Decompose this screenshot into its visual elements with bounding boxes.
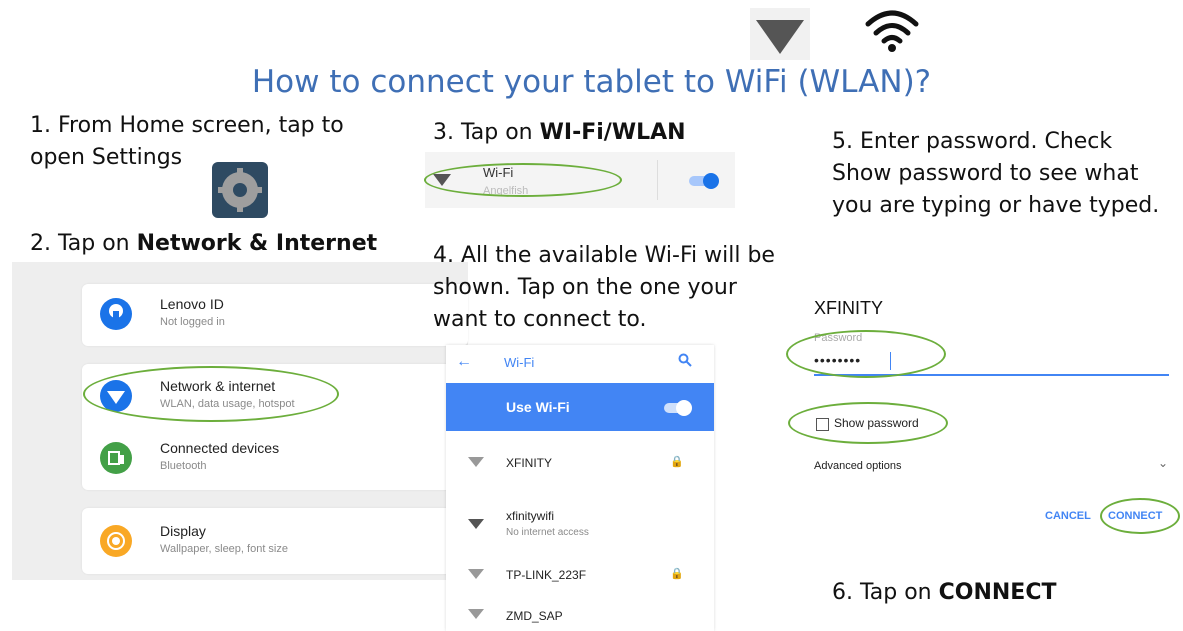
page-title: How to connect your tablet to WiFi (WLAN…	[251, 64, 932, 100]
cancel-button[interactable]: CANCEL	[1045, 510, 1091, 522]
settings-card-account: Lenovo ID Not logged in	[82, 284, 468, 346]
brightness-icon	[100, 525, 132, 557]
advanced-options[interactable]: Advanced options	[814, 460, 901, 472]
wifi-toggle-switch[interactable]	[689, 173, 719, 189]
settings-item-network[interactable]: Network & internet WLAN, data usage, hot…	[82, 368, 468, 424]
connect-button[interactable]: CONNECT	[1108, 510, 1162, 522]
back-arrow-icon[interactable]: ←	[456, 353, 472, 371]
wifi-network-row[interactable]: XFINITY 🔒	[446, 437, 714, 489]
wifi-toggle-sub: Angelfish	[483, 185, 529, 197]
wifi-list-title: Wi-Fi	[504, 355, 535, 370]
wifi-signal-triangle-icon	[750, 8, 810, 60]
devices-icon	[100, 442, 132, 474]
wifi-signal-icon	[468, 519, 484, 529]
wifi-signal-icon	[468, 569, 484, 579]
password-label: Password	[814, 332, 863, 344]
settings-panel: Lenovo ID Not logged in Network & intern…	[12, 262, 468, 580]
password-input[interactable]: ••••••••	[814, 352, 861, 368]
lock-icon: 🔒	[670, 456, 684, 468]
wifi-network-row[interactable]: ZMD_SAP	[446, 597, 714, 631]
use-wifi-row[interactable]: Use Wi-Fi	[446, 383, 714, 431]
show-password-checkbox[interactable]	[816, 418, 829, 431]
step-6-text: 6. Tap on CONNECT	[832, 580, 1057, 605]
password-dialog: XFINITY Password •••••••• Show password …	[808, 292, 1178, 532]
dialog-network-name: XFINITY	[814, 298, 884, 318]
use-wifi-switch[interactable]	[664, 400, 692, 416]
wifi-small-icon	[433, 174, 451, 186]
password-cursor	[890, 352, 891, 370]
step-1-text: 1. From Home screen, tap to open Setting…	[30, 113, 344, 170]
wifi-toggle-label: Wi-Fi	[483, 165, 514, 180]
account-icon	[100, 298, 132, 330]
step-4-text: 4. All the available Wi-Fi will be shown…	[433, 243, 775, 332]
settings-item-connected-devices[interactable]: Connected devices Bluetooth	[82, 430, 468, 486]
wifi-signal-icon	[468, 457, 484, 467]
wifi-network-row[interactable]: xfinitywifi No internet access	[446, 495, 714, 547]
divider	[657, 160, 658, 200]
wifi-signal-icon	[468, 609, 484, 619]
settings-item-display[interactable]: Display Wallpaper, sleep, font size	[82, 513, 468, 569]
show-password-label: Show password	[834, 416, 919, 430]
settings-item-lenovo-id[interactable]: Lenovo ID Not logged in	[82, 286, 468, 342]
password-underline	[814, 374, 1169, 376]
search-icon[interactable]	[678, 353, 692, 372]
wifi-toggle-row[interactable]: Wi-Fi Angelfish	[425, 152, 735, 208]
step-2-text: 2. Tap on Network & Internet	[30, 231, 378, 256]
lock-icon: 🔒	[670, 568, 684, 580]
wifi-icon	[100, 380, 132, 412]
wifi-list-header: ← Wi-Fi	[446, 345, 714, 381]
wifi-list-panel: ← Wi-Fi Use Wi-Fi XFINITY 🔒 xfinitywifi …	[446, 345, 714, 631]
step-3-text: 3. Tap on WI-Fi/WLAN	[433, 120, 686, 145]
step-5-text: 5. Enter password. Check Show password t…	[832, 129, 1160, 218]
chevron-down-icon[interactable]: ⌄	[1158, 456, 1168, 470]
wifi-network-row[interactable]: TP-LINK_223F 🔒	[446, 549, 714, 601]
wifi-arcs-icon	[862, 6, 922, 56]
use-wifi-label: Use Wi-Fi	[506, 399, 570, 415]
settings-card-network: Network & internet WLAN, data usage, hot…	[82, 364, 468, 490]
settings-card-display: Display Wallpaper, sleep, font size	[82, 508, 468, 574]
settings-app-icon[interactable]	[212, 162, 268, 218]
